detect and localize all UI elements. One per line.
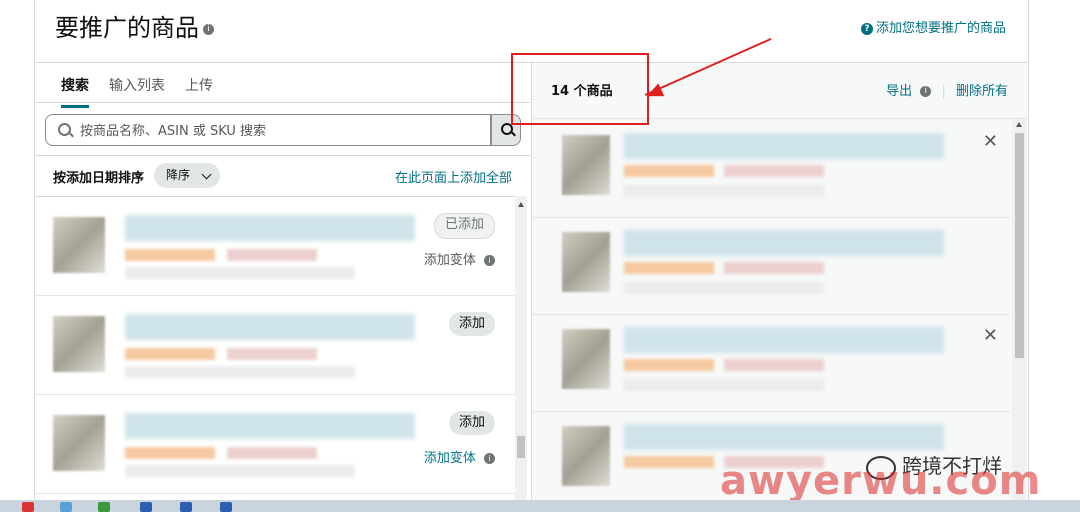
blurred-meta <box>624 282 824 294</box>
blurred-meta <box>624 379 824 391</box>
blurred-product-title <box>624 230 944 256</box>
product-thumbnail <box>53 217 105 273</box>
product-thumbnail <box>562 426 610 486</box>
blurred-product-title <box>624 133 944 159</box>
add-products-help-link[interactable]: ? 添加您想要推广的商品 <box>860 17 1006 36</box>
blurred-price <box>227 348 317 360</box>
search-icon <box>58 123 71 136</box>
app-icon[interactable] <box>180 502 192 512</box>
blurred-product-title <box>125 314 415 340</box>
site-watermark: awyerwu.com <box>720 458 1042 504</box>
selected-scrollbar[interactable] <box>1012 119 1026 500</box>
blurred-meta <box>125 267 355 279</box>
tab-upload[interactable]: 上传 <box>185 75 213 108</box>
page-title: 要推广的商品 i <box>55 8 214 43</box>
page-title-text: 要推广的商品 <box>55 14 199 42</box>
divider <box>35 102 530 103</box>
selected-item: ✕ <box>532 121 1010 218</box>
blurred-price <box>724 165 824 177</box>
product-thumbnail <box>562 135 610 195</box>
app-icon[interactable] <box>98 502 110 512</box>
app-icon[interactable] <box>22 502 34 512</box>
selected-item <box>532 218 1010 315</box>
blurred-meta <box>125 465 355 477</box>
add-button[interactable]: 添加 <box>448 312 495 336</box>
sort-order-dropdown[interactable]: 降序 <box>154 163 220 188</box>
delete-all-link[interactable]: 删除所有 <box>956 84 1008 99</box>
remove-icon[interactable]: ✕ <box>983 131 998 152</box>
add-variant-link[interactable]: 添加变体 i <box>424 447 495 466</box>
search-field <box>45 114 491 147</box>
app-icon[interactable] <box>60 502 72 512</box>
right-actions: 导出 i | 删除所有 <box>886 80 1008 99</box>
divider <box>35 155 530 156</box>
add-all-on-page-link[interactable]: 在此页面上添加全部 <box>395 167 512 186</box>
list-item: 已添加 添加变体 i <box>35 197 515 296</box>
remove-icon[interactable]: ✕ <box>983 325 998 346</box>
selected-item: ✕ <box>532 315 1010 412</box>
tab-search[interactable]: 搜索 <box>61 75 89 108</box>
blurred-price <box>724 359 824 371</box>
sort-order-value: 降序 <box>166 168 191 182</box>
scrollbar-thumb[interactable] <box>517 436 525 458</box>
sort-label: 按添加日期排序 <box>53 171 145 186</box>
add-variant-label: 添加变体 <box>423 253 476 268</box>
separator: | <box>941 84 946 99</box>
search-input[interactable] <box>78 115 482 147</box>
blurred-price <box>125 249 215 261</box>
scroll-up-icon[interactable] <box>1016 122 1022 127</box>
tab-bar: 搜索 输入列表 上传 <box>61 75 213 108</box>
blurred-meta <box>125 366 355 378</box>
blurred-price <box>227 447 317 459</box>
list-scrollbar[interactable] <box>515 196 527 500</box>
selected-products-pane: 14 个商品 导出 i | 删除所有 ✕ ✕ <box>531 63 1028 509</box>
info-icon[interactable]: i <box>484 453 495 464</box>
blurred-product-title <box>125 413 415 439</box>
info-icon[interactable]: i <box>920 86 932 97</box>
product-thumbnail <box>53 316 105 372</box>
app-icon[interactable] <box>140 502 152 512</box>
blurred-product-title <box>125 215 415 241</box>
blurred-meta <box>624 185 824 197</box>
search-pane: 搜索 输入列表 上传 按添加日期排序 降序 在此页面上添加全部 已添加 添加变体… <box>35 63 530 500</box>
scroll-up-icon[interactable] <box>518 202 524 207</box>
tab-input-list[interactable]: 输入列表 <box>109 75 165 108</box>
product-thumbnail <box>562 329 610 389</box>
add-variant-link[interactable]: 添加变体 i <box>424 249 495 268</box>
info-icon[interactable]: i <box>484 255 495 266</box>
blurred-price <box>624 456 714 468</box>
chevron-down-icon <box>201 169 212 180</box>
blurred-product-title <box>624 424 944 450</box>
added-button[interactable]: 已添加 <box>433 213 495 239</box>
blurred-price <box>125 447 215 459</box>
question-icon: ? <box>860 23 873 35</box>
blurred-price <box>624 262 714 274</box>
app-icon[interactable] <box>220 502 232 512</box>
export-link[interactable]: 导出 <box>886 84 912 99</box>
product-thumbnail <box>53 415 105 471</box>
help-link-label: 添加您想要推广的商品 <box>875 21 1006 36</box>
blurred-price <box>125 348 215 360</box>
highlight-box <box>511 53 649 125</box>
blurred-price <box>724 262 824 274</box>
scrollbar-thumb[interactable] <box>1015 133 1024 358</box>
blurred-price <box>624 165 714 177</box>
blurred-price <box>624 359 714 371</box>
blurred-product-title <box>624 327 944 353</box>
taskbar <box>0 500 1080 512</box>
blurred-price <box>227 249 317 261</box>
add-button[interactable]: 添加 <box>448 411 495 435</box>
add-variant-label: 添加变体 <box>423 451 476 466</box>
product-thumbnail <box>562 232 610 292</box>
list-item: 添加 <box>35 296 515 395</box>
info-icon[interactable]: i <box>203 23 214 35</box>
list-item: 添加 添加变体 i <box>35 395 515 494</box>
